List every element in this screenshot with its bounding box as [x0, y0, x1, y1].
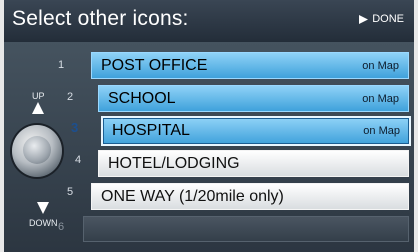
- header-bar: Select other icons: DONE: [4, 0, 414, 42]
- row-number-3: 3: [71, 120, 79, 135]
- list-item-label: POST OFFICE: [101, 56, 208, 74]
- list-item-one-way[interactable]: ONE WAY (1/20mile only): [91, 183, 409, 210]
- on-map-tag: on Map: [362, 59, 399, 72]
- on-map-tag: on Map: [363, 125, 400, 137]
- row-number-1: 1: [58, 59, 65, 71]
- on-map-tag: on Map: [362, 92, 399, 105]
- selector-rail: UP 1 2 3 4 5 6 DOWN: [4, 44, 88, 252]
- list-item-school[interactable]: SCHOOL on Map: [98, 85, 409, 112]
- done-label: DONE: [372, 13, 404, 25]
- list-item-label: SCHOOL: [108, 89, 176, 107]
- list-item-label: ONE WAY (1/20mile only): [101, 187, 284, 205]
- down-label: DOWN: [29, 218, 58, 228]
- selector-knob-icon[interactable]: [12, 125, 62, 177]
- down-arrow-icon: [37, 202, 50, 214]
- page-title: Select other icons:: [12, 7, 189, 30]
- up-arrow-icon: [32, 102, 45, 114]
- scroll-down-control[interactable]: DOWN: [29, 201, 58, 228]
- play-arrow-icon: [359, 14, 369, 24]
- row-number-2: 2: [67, 91, 74, 103]
- list-item-label: HOSPITAL: [112, 122, 190, 139]
- row-number-4: 4: [75, 154, 82, 166]
- done-button[interactable]: DONE: [359, 13, 404, 25]
- navigation-screen: Select other icons: DONE UP 1 2 3 4 5 6 …: [4, 0, 414, 252]
- row-number-5: 5: [67, 186, 74, 198]
- row-number-6: 6: [58, 221, 65, 233]
- list-item-label: HOTEL/LODGING: [108, 154, 240, 172]
- list-item-empty: [83, 216, 409, 242]
- list-item-post-office[interactable]: POST OFFICE on Map: [91, 52, 409, 79]
- list-item-hotel-lodging[interactable]: HOTEL/LODGING: [98, 150, 409, 177]
- scroll-up-control[interactable]: UP: [32, 92, 45, 119]
- list-item-hospital[interactable]: HOSPITAL on Map: [101, 116, 411, 146]
- up-label: UP: [32, 91, 45, 101]
